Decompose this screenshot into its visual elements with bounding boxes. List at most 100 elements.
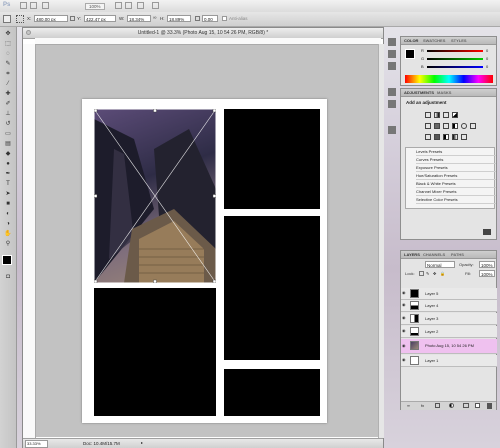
vertical-scrollbar[interactable] — [378, 44, 384, 438]
tab-masks[interactable]: MASKS — [437, 89, 451, 96]
exposure-icon[interactable] — [452, 112, 458, 118]
vibrance-icon[interactable] — [425, 123, 431, 129]
selective-color-icon[interactable] — [461, 134, 467, 140]
red-slider[interactable] — [427, 50, 483, 52]
hand-icon[interactable] — [115, 2, 122, 9]
history-brush-tool-icon[interactable]: ↺ — [3, 120, 13, 128]
layer-name[interactable]: Layer 4 — [425, 300, 438, 311]
threshold-icon[interactable] — [443, 134, 449, 140]
layer-row[interactable]: ◉ Layer 5 — [401, 288, 497, 300]
list-item[interactable]: Selective Color Presets — [416, 197, 496, 204]
layer-row[interactable]: ◉ Layer 4 — [401, 300, 497, 312]
pen-tool-icon[interactable]: ✒ — [3, 170, 13, 178]
marquee-tool-icon[interactable]: ⬚ — [3, 40, 13, 48]
zoom-tool-icon[interactable]: ⚲ — [3, 240, 13, 248]
eye-icon[interactable]: ◉ — [402, 291, 407, 295]
relative-position-icon[interactable] — [70, 16, 75, 21]
view-extras-icon[interactable] — [42, 2, 49, 9]
layer-style-icon[interactable]: fx — [421, 403, 424, 408]
red-value[interactable]: 0 — [486, 48, 488, 53]
foreground-color-swatch[interactable] — [2, 255, 12, 265]
3d-rotate-tool-icon[interactable]: ◐ — [3, 210, 13, 218]
eraser-tool-icon[interactable]: ▭ — [3, 130, 13, 138]
gradient-tool-icon[interactable]: ▤ — [3, 140, 13, 148]
type-tool-icon[interactable]: T — [3, 180, 13, 188]
gradient-map-icon[interactable] — [452, 134, 458, 140]
arrange-documents-icon[interactable] — [137, 2, 144, 9]
hue-saturation-icon[interactable] — [434, 123, 440, 129]
antialias-checkbox[interactable] — [222, 16, 227, 21]
list-item[interactable]: Black & White Presets — [416, 181, 496, 188]
photo-layer[interactable] — [94, 109, 216, 283]
layer-name[interactable]: Layer 1 — [425, 355, 438, 366]
blue-slider[interactable] — [427, 66, 483, 68]
reference-point-icon[interactable] — [16, 15, 24, 23]
history-panel-icon[interactable] — [388, 38, 396, 46]
brush-panel-icon[interactable] — [388, 62, 396, 70]
invert-icon[interactable] — [425, 134, 431, 140]
link-icon[interactable]: ∞ — [153, 16, 158, 21]
black-white-icon[interactable] — [452, 123, 458, 129]
opacity-input[interactable]: 100% — [479, 261, 495, 268]
dodge-tool-icon[interactable]: ● — [3, 160, 13, 168]
eye-icon[interactable]: ◉ — [402, 344, 407, 348]
close-icon[interactable] — [26, 30, 31, 35]
channel-mixer-icon[interactable] — [470, 123, 476, 129]
hand-tool-icon[interactable]: ✋ — [3, 230, 13, 238]
new-layer-icon[interactable] — [475, 403, 480, 408]
quick-mask-icon[interactable]: ◘ — [3, 273, 13, 281]
blue-value[interactable]: 0 — [486, 64, 488, 69]
trash-icon[interactable] — [487, 403, 492, 409]
layer-name[interactable]: Layer 3 — [425, 313, 438, 324]
rotate-view-icon[interactable] — [125, 2, 132, 9]
lasso-tool-icon[interactable]: ◌ — [3, 50, 13, 58]
layer-row[interactable]: ◉ Layer 3 — [401, 313, 497, 325]
curves-icon[interactable] — [443, 112, 449, 118]
layer-name[interactable]: Layer 2 — [425, 326, 438, 337]
layer-name[interactable]: Photo Aug 15, 10 54 26 PM — [425, 339, 474, 353]
new-group-icon[interactable] — [463, 403, 469, 408]
eye-icon[interactable]: ◉ — [402, 303, 407, 307]
new-adjustment-layer-icon[interactable] — [449, 403, 454, 408]
mini-bridge-icon[interactable] — [30, 2, 37, 9]
green-value[interactable]: 0 — [486, 56, 488, 61]
layer-row-selected[interactable]: ◉ Photo Aug 15, 10 54 26 PM — [401, 339, 497, 354]
layer-4-placeholder[interactable] — [94, 288, 216, 416]
3d-camera-tool-icon[interactable]: ◑ — [3, 220, 13, 228]
clone-stamp-tool-icon[interactable]: ⊥ — [3, 110, 13, 118]
layer-name[interactable]: Layer 5 — [425, 288, 438, 299]
list-item[interactable]: Hue/Saturation Presets — [416, 173, 496, 180]
photo-filter-icon[interactable] — [461, 123, 467, 129]
layer-row[interactable]: ◉ Layer 2 — [401, 326, 497, 338]
move-tool-icon[interactable]: ✥ — [3, 30, 13, 38]
posterize-icon[interactable] — [434, 134, 440, 140]
layer-3-placeholder[interactable] — [224, 216, 320, 360]
zoom-level-select[interactable]: 100% — [85, 3, 105, 10]
shape-tool-icon[interactable]: ■ — [3, 200, 13, 208]
layer-2-placeholder[interactable] — [224, 369, 320, 416]
tab-swatches[interactable]: SWATCHES — [423, 37, 445, 44]
levels-icon[interactable] — [434, 112, 440, 118]
color-ramp[interactable] — [405, 75, 493, 83]
lock-pixels-icon[interactable]: ✎ — [426, 271, 431, 276]
tab-color[interactable]: COLOR — [404, 37, 418, 44]
tab-styles[interactable]: STYLES — [451, 37, 467, 44]
zoom-field[interactable]: 33.33% — [25, 440, 48, 448]
layer-row[interactable]: ◉ Layer 1 — [401, 355, 497, 367]
angle-input[interactable]: 0.00 — [202, 15, 218, 22]
bridge-icon[interactable] — [20, 2, 27, 9]
green-slider[interactable] — [427, 58, 483, 60]
lock-position-icon[interactable]: ✥ — [433, 271, 438, 276]
layer-5-placeholder[interactable] — [224, 109, 320, 209]
fill-input[interactable]: 100% — [479, 270, 495, 277]
healing-brush-tool-icon[interactable]: ✚ — [3, 90, 13, 98]
transform-tool-icon[interactable] — [3, 15, 11, 23]
actions-panel-icon[interactable] — [388, 50, 396, 58]
x-position-input[interactable]: 480.00 px — [34, 15, 68, 22]
paragraph-panel-icon[interactable] — [388, 100, 396, 108]
brush-tool-icon[interactable]: ✐ — [3, 100, 13, 108]
eyedropper-tool-icon[interactable]: ⁄ — [3, 80, 13, 88]
list-item[interactable]: Levels Presets — [416, 149, 496, 156]
blend-mode-select[interactable]: Normal — [425, 261, 455, 268]
canvas[interactable] — [82, 99, 327, 423]
